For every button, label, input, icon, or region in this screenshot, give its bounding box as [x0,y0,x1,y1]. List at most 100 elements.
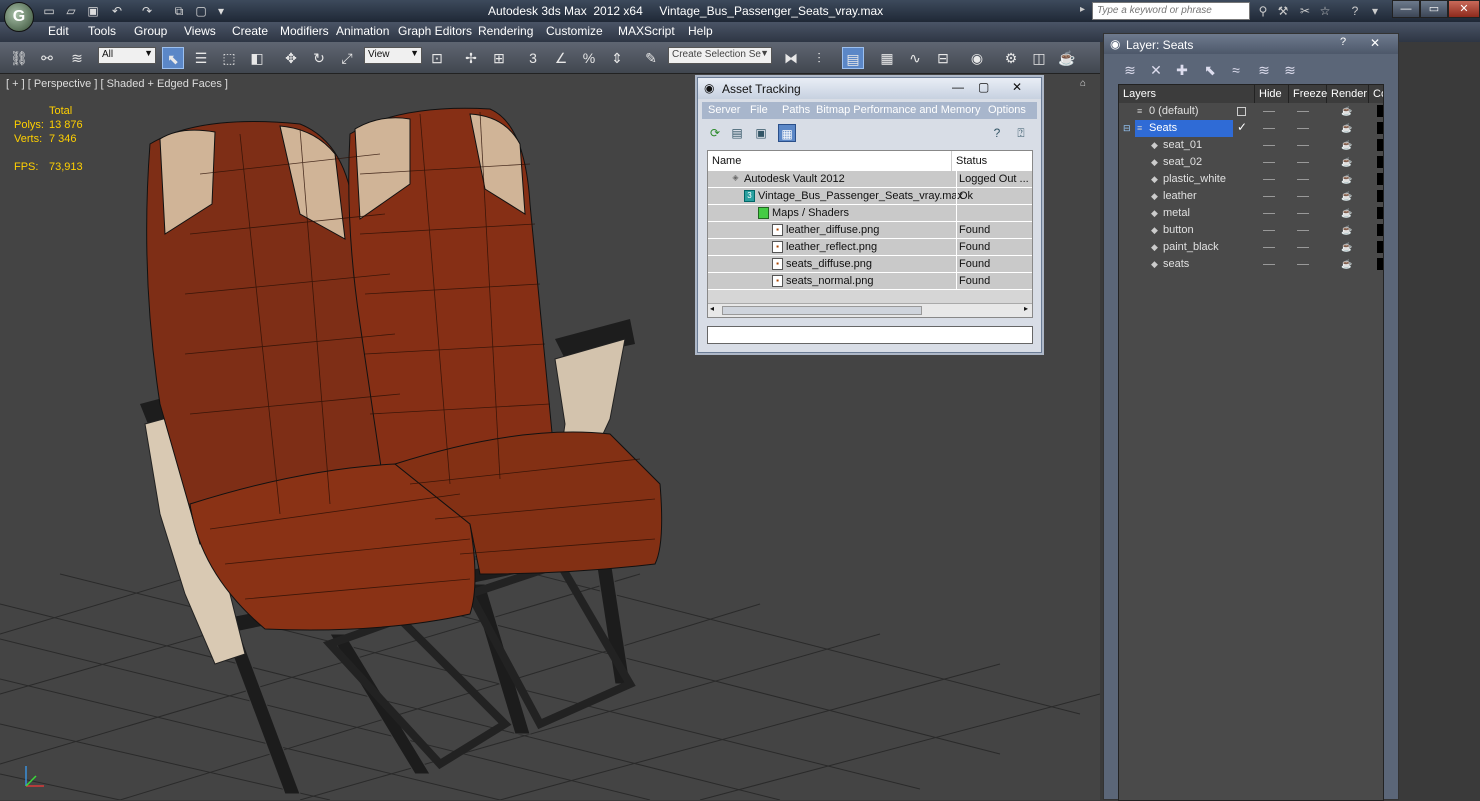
menu-server[interactable]: Server [708,104,740,116]
teapot-icon[interactable]: ☕ [1341,157,1352,168]
object-color-swatch[interactable] [1377,241,1383,253]
select-by-name-icon[interactable]: ☰ [190,47,212,69]
object-color-swatch[interactable] [1377,139,1383,151]
align-icon[interactable]: ⫶ [808,47,830,69]
teapot-icon[interactable]: ☕ [1341,242,1352,253]
minimize-button[interactable]: — [1392,0,1420,18]
search-expand-icon[interactable]: ▸ [1080,4,1085,15]
menu-edit[interactable]: Edit [48,24,69,38]
column-header-color[interactable]: Col [1369,85,1383,103]
active-check-icon[interactable]: ✓ [1237,120,1247,134]
select-and-move-icon[interactable]: ✥ [280,47,302,69]
layer-row-seats[interactable]: ⊟ ≡ Seats ✓ ☕ [1119,120,1383,137]
select-and-link-icon[interactable]: ⛓ [8,47,30,69]
snaps-toggle-icon[interactable]: 3 [522,47,544,69]
active-layer-checkbox[interactable] [1237,107,1246,116]
render-setup-icon[interactable]: ⚙ [1000,47,1022,69]
keyboard-shortcut-override-icon[interactable]: ⊞ [488,47,510,69]
object-row-leather[interactable]: ◆ leather ☕ [1119,188,1383,205]
object-row-seats[interactable]: ◆ seats ☕ [1119,256,1383,273]
edit-named-selection-icon[interactable]: ✎ [640,47,662,69]
menu-customize[interactable]: Customize [546,24,603,38]
layer-color-swatch[interactable] [1377,105,1383,117]
column-header-layers[interactable]: Layers [1119,85,1255,103]
selection-filter-dropdown[interactable]: All ▼ [98,47,156,64]
close-button[interactable]: ✕ [1448,0,1480,18]
bind-space-warp-icon[interactable]: ≋ [66,47,88,69]
teapot-icon[interactable]: ☕ [1341,174,1352,185]
window-crossing-icon[interactable]: ◧ [246,47,268,69]
table-row[interactable]: Maps / Shaders [708,205,1032,222]
thumbnail-view-icon[interactable]: ▣ [752,124,770,142]
menu-modifiers[interactable]: Modifiers [280,24,329,38]
table-row[interactable]: ▪ seats_normal.png Found [708,273,1032,290]
app-logo-icon[interactable]: G [4,2,34,32]
minimize-button[interactable]: — [952,80,964,94]
close-button[interactable]: ✕ [1370,36,1380,50]
viewcube-home-icon[interactable]: ⌂ [1080,78,1086,89]
viewport-label[interactable]: [ + ] [ Perspective ] [ Shaded + Edged F… [6,78,228,90]
help-icon[interactable]: ? [1340,36,1346,48]
help-icon[interactable]: ? [988,124,1006,142]
select-and-scale-icon[interactable]: ⤢ [336,47,358,69]
menu-animation[interactable]: Animation [336,24,389,38]
rendered-frame-window-icon[interactable]: ◫ [1028,47,1050,69]
menu-rendering[interactable]: Rendering [478,24,533,38]
object-row-button[interactable]: ◆ button ☕ [1119,222,1383,239]
object-color-swatch[interactable] [1377,156,1383,168]
column-header-status[interactable]: Status [952,151,1032,171]
help-icon[interactable]: ? [1346,3,1364,19]
binoculars-icon[interactable]: ⚲ [1254,3,1272,19]
reference-coordinate-dropdown[interactable]: View ▼ [364,47,422,64]
favorites-star-icon[interactable]: ☆ [1316,3,1334,19]
curve-editor-icon[interactable]: ∿ [904,47,926,69]
select-object-icon[interactable]: ⬉ [162,47,184,69]
asset-status-field[interactable] [707,326,1033,344]
teapot-icon[interactable]: ☕ [1341,208,1352,219]
undo-icon[interactable]: ↶ [108,3,126,19]
search-input[interactable]: Type a keyword or phrase [1092,2,1250,20]
menu-maxscript[interactable]: MAXScript [618,24,675,38]
delete-layer-icon[interactable]: ✕ [1146,60,1166,80]
schematic-view-icon[interactable]: ⊟ [932,47,954,69]
table-row[interactable]: ◈ Autodesk Vault 2012 Logged Out ... [708,171,1032,188]
hide-unhide-all-icon[interactable]: ≋ [1254,60,1274,80]
object-color-swatch[interactable] [1377,258,1383,270]
teapot-icon[interactable]: ☕ [1341,123,1352,134]
horizontal-scrollbar[interactable]: ◂ ▸ [708,303,1032,317]
layer-row-default[interactable]: ≡ 0 (default) ☕ [1119,103,1383,120]
menu-file[interactable]: File [750,104,768,116]
object-color-swatch[interactable] [1377,173,1383,185]
close-button[interactable]: ✕ [1012,80,1022,94]
mirror-icon[interactable]: ⧓ [780,47,802,69]
scrollbar-thumb[interactable] [722,306,922,315]
context-help-icon[interactable]: ⍰ [1012,124,1030,142]
teapot-icon[interactable]: ☕ [1341,225,1352,236]
menu-options[interactable]: Options [988,104,1026,116]
table-row[interactable]: ▪ seats_diffuse.png Found [708,256,1032,273]
menu-graph-editors[interactable]: Graph Editors [398,24,472,38]
communication-icon[interactable]: ✂ [1296,3,1314,19]
asset-tracking-titlebar[interactable]: ◉ Asset Tracking — ▢ ✕ [698,78,1041,99]
spinner-snap-icon[interactable]: ⇕ [606,47,628,69]
object-color-swatch[interactable] [1377,190,1383,202]
column-header-hide[interactable]: Hide [1255,85,1289,103]
add-to-layer-icon[interactable]: ✚ [1172,60,1192,80]
layer-color-swatch[interactable] [1377,122,1383,134]
menu-views[interactable]: Views [184,24,216,38]
object-color-swatch[interactable] [1377,207,1383,219]
material-editor-icon[interactable]: ◉ [966,47,988,69]
create-layer-icon[interactable]: ≋ [1120,60,1140,80]
named-selection-dropdown[interactable]: Create Selection Se ▼ [668,47,772,64]
quick-access-dropdown-icon[interactable]: ▾ [212,3,230,19]
table-view-icon[interactable]: ▦ [778,124,796,142]
object-row-metal[interactable]: ◆ metal ☕ [1119,205,1383,222]
layer-manager-titlebar[interactable]: ◉ Layer: Seats ? ✕ [1104,34,1398,54]
percent-snap-icon[interactable]: % [578,47,600,69]
table-row[interactable]: ▪ leather_reflect.png Found [708,239,1032,256]
column-header-freeze[interactable]: Freeze [1289,85,1327,103]
rectangular-selection-icon[interactable]: ⬚ [218,47,240,69]
object-row-paint-black[interactable]: ◆ paint_black ☕ [1119,239,1383,256]
highlight-selected-icon[interactable]: ≈ [1226,60,1246,80]
select-highlighted-icon[interactable]: ⬉ [1200,60,1220,80]
